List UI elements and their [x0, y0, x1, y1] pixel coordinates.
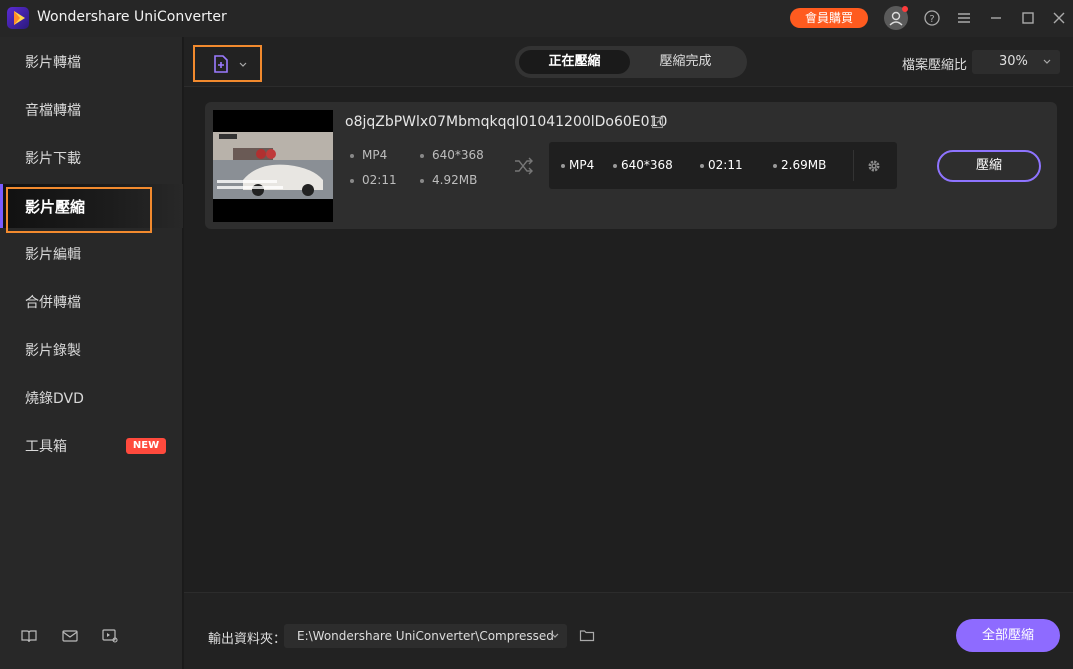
guide-book-icon[interactable] [20, 627, 38, 645]
output-path: E:\Wondershare UniConverter\Compressed [297, 629, 554, 643]
sidebar-item-audio-convert[interactable]: 音檔轉檔 [0, 88, 183, 132]
source-size: 4.92MB [419, 173, 478, 187]
notification-dot [902, 6, 908, 12]
close-icon[interactable] [1050, 9, 1068, 27]
active-indicator [0, 184, 3, 228]
output-path-select[interactable]: E:\Wondershare UniConverter\Compressed [284, 624, 567, 648]
maximize-icon[interactable] [1019, 9, 1037, 27]
target-settings: MP4 640*368 02:11 2.69MB [549, 142, 897, 189]
target-size: 2.69MB [772, 158, 827, 172]
sidebar-item-label: 音檔轉檔 [25, 103, 81, 119]
tab-completed[interactable]: 壓縮完成 [630, 50, 741, 74]
video-thumbnail[interactable] [213, 110, 333, 222]
feedback-icon[interactable] [101, 627, 119, 645]
member-purchase-button[interactable]: 會員購買 [790, 8, 868, 28]
chevron-down-icon [1043, 59, 1051, 64]
source-format: MP4 [349, 148, 388, 162]
app-logo-icon [7, 7, 29, 29]
gear-icon[interactable] [866, 158, 882, 174]
highlight-box [6, 187, 152, 233]
sidebar-item-label: 影片轉檔 [25, 55, 81, 71]
target-resolution: 640*368 [613, 158, 673, 172]
compress-all-button[interactable]: 全部壓縮 [956, 619, 1060, 652]
sidebar-item-video-edit[interactable]: 影片編輯 [0, 232, 183, 276]
sidebar-item-label: 燒錄DVD [25, 391, 84, 407]
sidebar-item-label: 影片錄製 [25, 343, 81, 359]
help-icon[interactable]: ? [923, 9, 941, 27]
sidebar-item-merge[interactable]: 合併轉檔 [0, 280, 183, 324]
chevron-down-icon [551, 633, 559, 638]
sidebar-item-toolbox[interactable]: 工具箱 NEW [0, 424, 183, 468]
edit-name-icon[interactable] [651, 115, 665, 129]
toolbar: 正在壓縮 壓縮完成 檔案壓縮比 30% [184, 37, 1073, 87]
divider [853, 150, 854, 181]
compress-button[interactable]: 壓縮 [937, 150, 1041, 182]
status-tabs: 正在壓縮 壓縮完成 [515, 46, 747, 78]
footer: 輸出資料夾： E:\Wondershare UniConverter\Compr… [184, 592, 1073, 669]
shuffle-icon [515, 157, 533, 175]
compression-ratio-value: 30% [999, 54, 1028, 69]
compression-ratio-select[interactable]: 30% [972, 50, 1060, 74]
minimize-icon[interactable] [987, 9, 1005, 27]
title-bar: Wondershare UniConverter 會員購買 ? [0, 0, 1073, 37]
app-title: Wondershare UniConverter [37, 9, 227, 25]
file-card: o8jqZbPWlx07MbmqkqqI01041200lDo60E010 MP… [205, 102, 1057, 229]
menu-icon[interactable] [955, 9, 973, 27]
source-duration: 02:11 [350, 173, 397, 187]
sidebar-item-label: 工具箱 [25, 439, 67, 455]
sidebar-item-video-convert[interactable]: 影片轉檔 [0, 40, 183, 84]
thumbnail-image [213, 132, 333, 199]
sidebar-item-burn-dvd[interactable]: 燒錄DVD [0, 376, 183, 420]
sidebar-item-label: 影片下載 [25, 151, 81, 167]
sidebar-item-label: 合併轉檔 [25, 295, 81, 311]
sidebar-item-label: 影片編輯 [25, 247, 81, 263]
file-name: o8jqZbPWlx07MbmqkqqI01041200lDo60E010 [345, 114, 668, 130]
chevron-down-icon [239, 62, 247, 67]
output-folder-label: 輸出資料夾： [208, 632, 287, 647]
main-panel: 正在壓縮 壓縮完成 檔案壓縮比 30% o8jqZbPWlx07MbmqkqqI… [184, 37, 1073, 669]
mail-icon[interactable] [61, 627, 79, 645]
target-format: MP4 [560, 158, 595, 172]
source-resolution: 640*368 [420, 148, 484, 162]
sidebar-item-video-download[interactable]: 影片下載 [0, 136, 183, 180]
svg-text:?: ? [929, 14, 934, 25]
target-duration: 02:11 [700, 158, 743, 172]
tab-compressing[interactable]: 正在壓縮 [519, 50, 630, 74]
add-file-button[interactable] [193, 45, 262, 82]
sidebar: 影片轉檔 音檔轉檔 影片下載 影片壓縮 影片編輯 合併轉檔 影片錄製 燒錄DVD… [0, 37, 183, 669]
folder-icon[interactable] [579, 627, 595, 643]
sidebar-item-screen-record[interactable]: 影片錄製 [0, 328, 183, 372]
add-file-icon [214, 55, 228, 73]
new-badge: NEW [126, 438, 166, 454]
compression-ratio-label: 檔案壓縮比 [902, 58, 968, 73]
